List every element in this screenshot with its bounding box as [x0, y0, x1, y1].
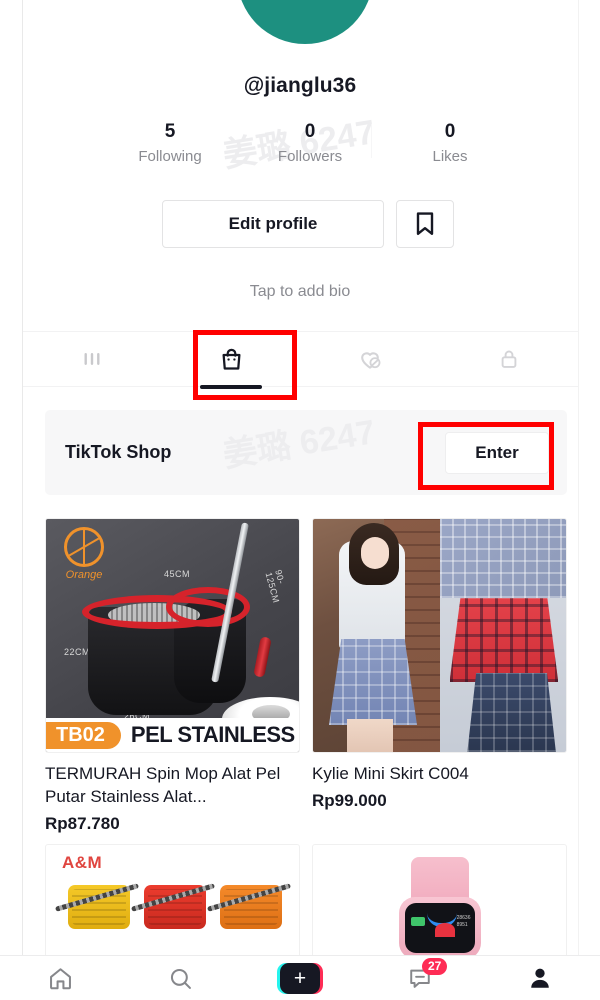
shop-banner-title: TikTok Shop: [65, 442, 172, 462]
tab-shop[interactable]: [162, 332, 301, 389]
product-image-spin-mop[interactable]: Orange 45CM 22CM 26CM 90-125CM TB02 PEL …: [45, 518, 300, 753]
stat-value: 5: [164, 121, 176, 142]
stat-likes[interactable]: 0 Likes: [380, 120, 520, 168]
dimension-label: 22CM: [64, 647, 91, 657]
tab-liked[interactable]: [301, 332, 440, 386]
avatar-initials: 璐: [283, 0, 328, 44]
product-photo-collage: [313, 519, 566, 752]
nav-discover[interactable]: [120, 956, 240, 1000]
yellow-crossbody-bag: [68, 885, 130, 929]
shop-enter-button[interactable]: Enter: [445, 431, 549, 474]
avatar[interactable]: 璐: [237, 0, 373, 44]
product-price: Rp99.000: [312, 791, 387, 810]
skirt-variants-photo: [439, 519, 566, 752]
profile-actions: Edit profile: [162, 200, 454, 248]
am-brand-logo: A&M: [62, 853, 103, 872]
product-title: Kylie Mini Skirt C004: [312, 764, 469, 783]
tiktok-profile-screen: 璐 @jianglu36 姜璐 6247 5 Following 0 Follo…: [0, 0, 600, 1000]
create-button[interactable]: +: [277, 962, 323, 994]
profile-handle: @jianglu36: [243, 74, 357, 97]
stat-followers[interactable]: 0 Followers: [240, 120, 380, 168]
bio-placeholder[interactable]: Tap to add bio: [0, 283, 600, 301]
tiktok-shop-banner: TikTok Shop Enter: [45, 410, 567, 495]
stat-label: Following: [138, 148, 202, 165]
watch-heart-indicator: [434, 923, 455, 937]
watch-body: 28636 8951: [398, 897, 481, 959]
orange-crossbody-bag: [220, 885, 282, 929]
bookmark-icon: [416, 212, 434, 235]
bookmark-button[interactable]: [396, 200, 454, 248]
mop-rim-secondary: [166, 587, 250, 627]
product-card[interactable]: Orange 45CM 22CM 26CM 90-125CM TB02 PEL …: [45, 518, 300, 834]
product-price: Rp87.780: [45, 814, 120, 833]
stat-value: 0: [304, 121, 316, 142]
active-tab-underline: [200, 385, 263, 389]
heart-slash-icon: [361, 352, 381, 369]
orange-brand-logo: Orange: [58, 527, 110, 585]
screen-edge-left: [22, 0, 23, 955]
dimension-label: 45CM: [164, 569, 191, 579]
nav-profile[interactable]: [480, 956, 600, 1000]
tab-private[interactable]: [439, 332, 578, 386]
product-photo-banner: TB02 PEL STAINLESS: [46, 718, 299, 752]
watch-strap: [410, 857, 469, 901]
product-code: TB02: [46, 721, 121, 749]
model-photo: [313, 519, 440, 752]
blue-plaid-skirt: [329, 639, 417, 725]
model-face: [361, 537, 389, 569]
plus-icon: +: [280, 962, 320, 994]
edit-profile-button[interactable]: Edit profile: [162, 200, 384, 248]
stats-divider: [371, 124, 372, 158]
person-icon: [531, 968, 549, 988]
tab-posts[interactable]: [23, 332, 162, 386]
stat-value: 0: [444, 121, 456, 142]
product-image-mini-skirt[interactable]: [312, 518, 567, 753]
profile-tabs: [23, 331, 578, 389]
inbox-badge: 27: [422, 958, 448, 975]
watch-step-count: 28636 8951: [456, 915, 471, 928]
stat-label: Likes: [432, 148, 468, 165]
blue-plaid-skirt-detail: [439, 519, 566, 599]
home-icon: [49, 967, 71, 989]
product-card[interactable]: Kylie Mini Skirt C004 Rp99.000: [312, 518, 567, 834]
watch-battery-indicator: [410, 917, 425, 926]
shopping-bag-icon: [222, 348, 241, 370]
bottom-navigation-bar: + 27: [0, 955, 600, 1000]
stat-label: Followers: [277, 148, 343, 165]
model-legs: [347, 719, 393, 752]
profile-stats: 5 Following 0 Followers 0 Likes: [100, 120, 520, 168]
nav-create[interactable]: +: [240, 956, 360, 1000]
grid-posts-icon: [84, 353, 100, 365]
red-crossbody-bag: [144, 885, 206, 929]
screen-edge-right: [578, 0, 579, 955]
search-icon: [170, 968, 191, 989]
stat-following[interactable]: 5 Following: [100, 120, 240, 168]
product-grid: Orange 45CM 22CM 26CM 90-125CM TB02 PEL …: [45, 518, 567, 1000]
navy-plaid-skirt: [467, 672, 556, 752]
watch-screen: 28636 8951: [404, 903, 475, 953]
product-banner-text: PEL STAINLESS: [130, 722, 295, 747]
red-plaid-skirt: [449, 598, 559, 683]
lock-icon: [501, 350, 516, 368]
product-title: TERMURAH Spin Mop Alat Pel Putar Stainle…: [45, 764, 281, 806]
nav-home[interactable]: [0, 956, 120, 1000]
nav-inbox[interactable]: 27: [360, 956, 480, 1000]
